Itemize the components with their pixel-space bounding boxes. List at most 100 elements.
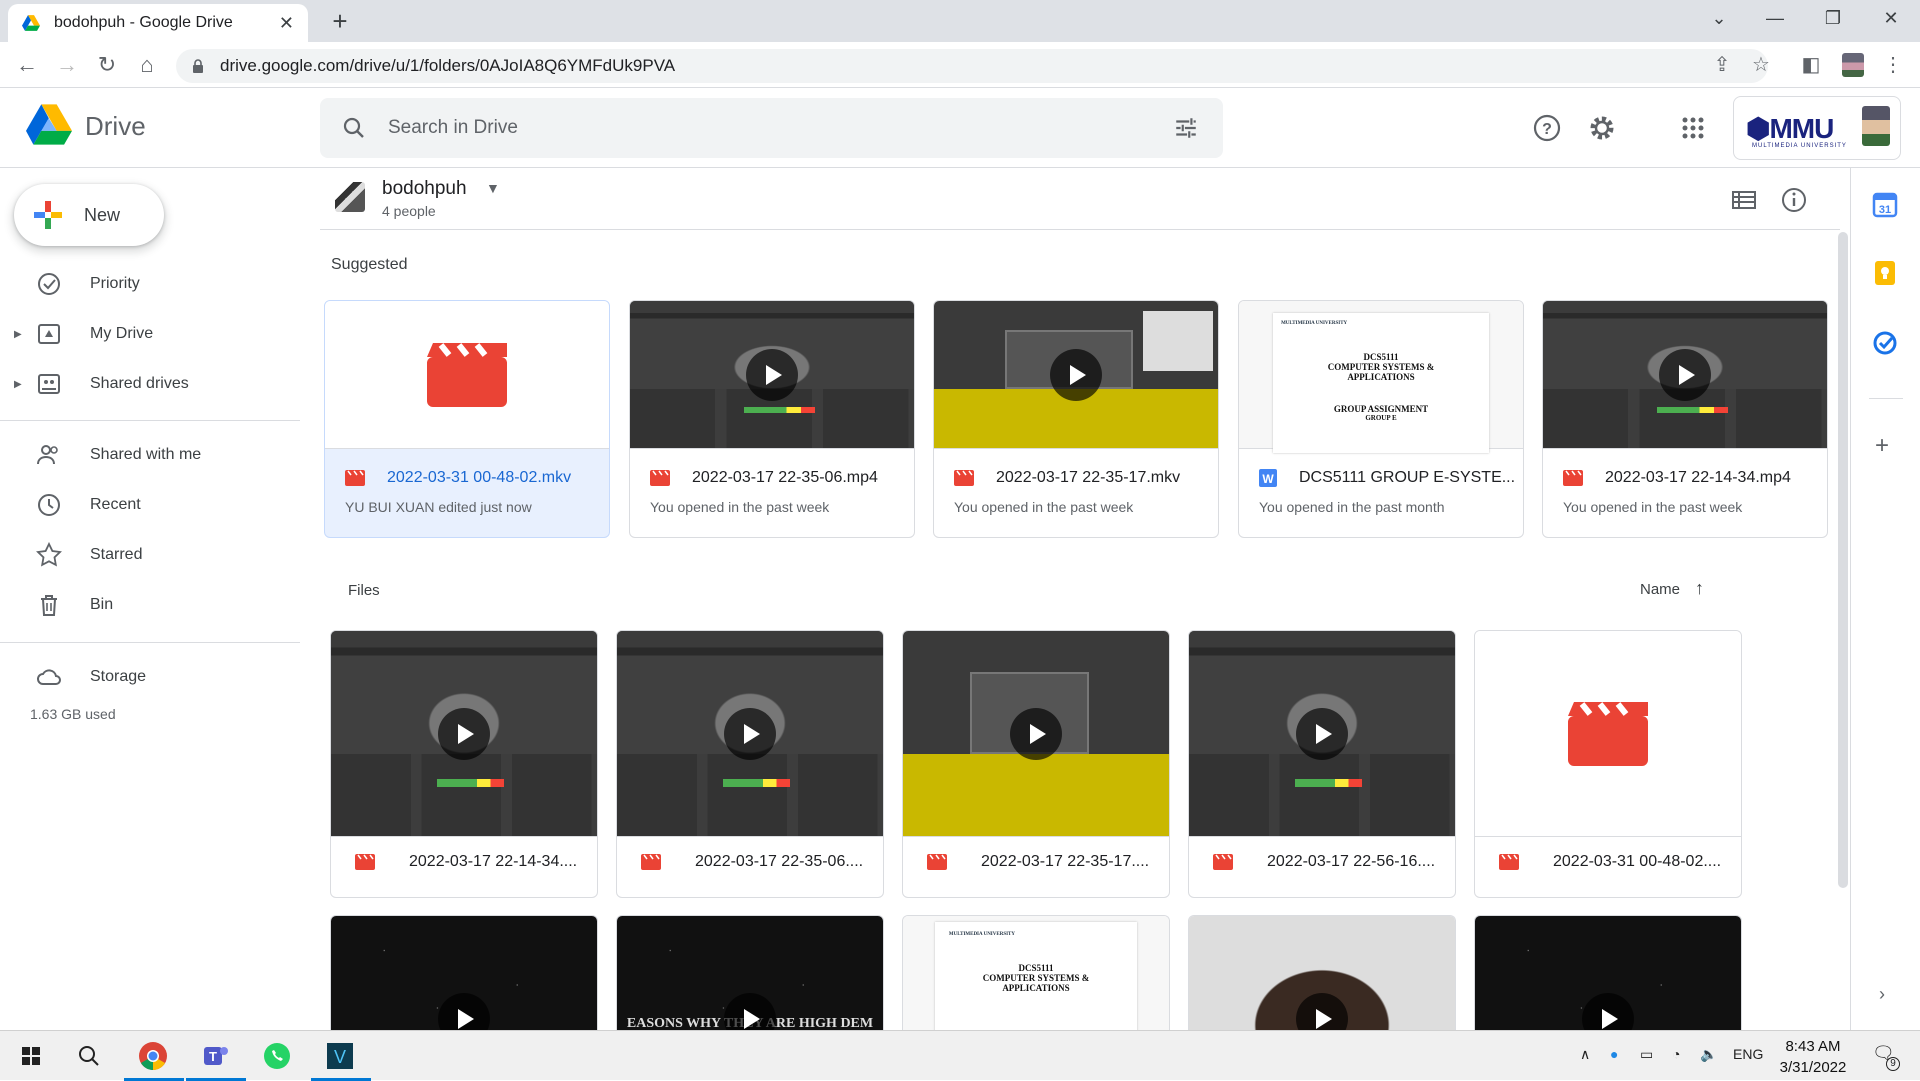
file-card[interactable]: 2022-03-17 22-56-16.... xyxy=(1188,630,1456,898)
notification-count-badge: 9 xyxy=(1886,1057,1900,1071)
sidebar-item-label: Bin xyxy=(90,596,114,613)
search-icon[interactable] xyxy=(342,116,366,140)
battery-icon[interactable]: ▭ xyxy=(1640,1046,1653,1063)
profile-avatar[interactable] xyxy=(1838,50,1868,80)
tasks-icon[interactable] xyxy=(1872,330,1898,356)
suggested-card[interactable]: 2022-03-17 22-35-06.mp4 You opened in th… xyxy=(629,300,915,538)
omnibox[interactable]: drive.google.com/drive/u/1/folders/0AJoI… xyxy=(176,49,1768,83)
folder-name[interactable]: bodohpuh xyxy=(382,178,467,200)
chrome-taskbar-icon[interactable] xyxy=(136,1039,170,1073)
svg-text:V: V xyxy=(334,1047,346,1067)
file-card[interactable]: 2022-03-31 00-48-02.... xyxy=(1474,630,1742,898)
volume-icon[interactable]: 🔈 xyxy=(1700,1046,1717,1063)
tray-app-icon[interactable]: ● xyxy=(1610,1046,1618,1062)
folder-members[interactable]: 4 people xyxy=(382,203,436,219)
folder-dropdown-icon[interactable]: ▼ xyxy=(486,180,500,196)
share-icon[interactable]: ⇪ xyxy=(1707,50,1737,80)
file-card[interactable] xyxy=(330,915,598,1030)
lock-icon xyxy=(193,59,203,73)
suggested-card[interactable]: 2022-03-17 22-35-17.mkv You opened in th… xyxy=(933,300,1219,538)
file-card[interactable]: 2022-03-17 22-35-17.... xyxy=(902,630,1170,898)
sidebar-item-bin[interactable]: Bin xyxy=(0,585,300,625)
sidebar-item-priority[interactable]: Priority xyxy=(0,264,300,304)
tab-title: bodohpuh - Google Drive xyxy=(54,14,233,31)
sort-by-name-button[interactable]: Name xyxy=(1640,581,1680,598)
main-scrollbar[interactable] xyxy=(1838,232,1848,888)
drive-title[interactable]: Drive xyxy=(85,111,146,142)
back-icon[interactable]: ← xyxy=(12,50,42,80)
settings-gear-icon[interactable] xyxy=(1586,112,1618,144)
info-icon[interactable] xyxy=(1780,186,1808,214)
add-addon-icon[interactable]: + xyxy=(1875,432,1889,460)
sidebar-item-shared-drives[interactable]: ▶ Shared drives xyxy=(0,364,300,404)
sidebar-item-my-drive[interactable]: ▶ My Drive xyxy=(0,314,300,354)
taskbar-clock[interactable]: 8:43 AM 3/31/2022 xyxy=(1768,1036,1858,1078)
language-indicator[interactable]: ENG xyxy=(1733,1046,1763,1062)
drive-header: Drive Search in Drive ? ⬢MMU MULTIMEDIA … xyxy=(0,88,1920,168)
windows-start-icon[interactable] xyxy=(14,1039,48,1073)
video-file-icon xyxy=(927,854,947,870)
suggested-card[interactable]: 2022-03-17 22-14-34.mp4 You opened in th… xyxy=(1542,300,1828,538)
sidebar-item-storage[interactable]: Storage xyxy=(0,657,300,697)
menu-icon[interactable]: ⋮ xyxy=(1878,50,1908,80)
account-avatar[interactable] xyxy=(1862,106,1890,146)
vsdc-taskbar-icon[interactable]: V xyxy=(323,1039,357,1073)
shared-with-me-icon xyxy=(37,445,58,465)
sidebar-divider xyxy=(0,420,300,421)
home-icon[interactable]: ⌂ xyxy=(132,50,162,80)
tab-search-icon[interactable]: ⌄ xyxy=(1704,8,1734,29)
file-thumbnail xyxy=(934,301,1218,449)
minimize-button[interactable]: — xyxy=(1760,8,1790,29)
sidebar: New Priority ▶ My Drive ▶ Shared drives … xyxy=(0,168,310,1030)
search-icon[interactable] xyxy=(72,1039,106,1073)
file-card[interactable]: 2022-03-17 22-35-06.... xyxy=(616,630,884,898)
calendar-icon[interactable]: 31 xyxy=(1872,192,1898,218)
reload-icon[interactable]: ↻ xyxy=(92,50,122,80)
teams-taskbar-icon[interactable]: T xyxy=(198,1039,232,1073)
video-file-icon xyxy=(355,854,375,870)
suggested-card[interactable]: 2022-03-31 00-48-02.mkv YU BUI XUAN edit… xyxy=(324,300,610,538)
close-window-button[interactable]: ✕ xyxy=(1876,8,1906,29)
file-card[interactable] xyxy=(1474,915,1742,1030)
expand-arrow-icon[interactable]: ▶ xyxy=(14,379,22,390)
file-card[interactable]: MULTIMEDIA UNIVERSITY DCS5111 COMPUTER S… xyxy=(902,915,1170,1030)
sidebar-item-label: Shared with me xyxy=(90,446,202,463)
new-tab-button[interactable]: + xyxy=(325,8,355,34)
file-card[interactable]: 2022-03-17 22-14-34.... xyxy=(330,630,598,898)
drive-logo-icon[interactable] xyxy=(26,104,72,146)
play-icon xyxy=(724,707,776,760)
expand-arrow-icon[interactable]: ▶ xyxy=(14,329,22,340)
bookmark-star-icon[interactable]: ☆ xyxy=(1746,50,1776,80)
close-tab-icon[interactable]: ✕ xyxy=(279,13,294,34)
file-card[interactable] xyxy=(1188,915,1456,1030)
restore-button[interactable]: ❐ xyxy=(1818,8,1848,29)
file-name: 2022-03-17 22-35-17.... xyxy=(981,853,1150,870)
search-input[interactable]: Search in Drive xyxy=(388,117,1173,139)
file-name: 2022-03-17 22-56-16.... xyxy=(1267,853,1436,870)
forward-icon[interactable]: → xyxy=(52,50,82,80)
list-view-icon[interactable] xyxy=(1730,186,1758,214)
new-button[interactable]: New xyxy=(14,184,164,246)
search-options-icon[interactable] xyxy=(1173,115,1199,141)
keep-icon[interactable] xyxy=(1872,260,1898,286)
side-panel-divider xyxy=(1869,398,1903,399)
suggested-card[interactable]: MULTIMEDIA UNIVERSITY DCS5111 COMPUTER S… xyxy=(1238,300,1524,538)
side-panel-icon[interactable]: ◧ xyxy=(1796,50,1826,80)
wifi-icon[interactable]: ◔ xyxy=(1672,1046,1680,1062)
sort-direction-arrow-icon[interactable]: ↑ xyxy=(1695,578,1704,599)
search-bar[interactable]: Search in Drive xyxy=(320,98,1223,158)
whatsapp-taskbar-icon[interactable] xyxy=(260,1039,294,1073)
drive-favicon-icon xyxy=(22,15,40,31)
browser-tab[interactable]: bodohpuh - Google Drive ✕ xyxy=(8,4,308,42)
file-card[interactable]: EASONS WHY THEY ARE HIGH DEM xyxy=(616,915,884,1030)
folder-avatar xyxy=(335,182,365,212)
sidebar-item-recent[interactable]: Recent xyxy=(0,485,300,525)
play-icon xyxy=(438,992,490,1030)
sidebar-item-shared-with-me[interactable]: Shared with me xyxy=(0,435,300,475)
apps-grid-icon[interactable] xyxy=(1677,112,1709,144)
video-clapper-icon xyxy=(1568,701,1648,766)
help-icon[interactable]: ? xyxy=(1531,112,1563,144)
collapse-panel-icon[interactable]: › xyxy=(1879,984,1885,1005)
sidebar-item-starred[interactable]: Starred xyxy=(0,535,300,575)
tray-overflow-icon[interactable]: ∧ xyxy=(1580,1046,1590,1063)
